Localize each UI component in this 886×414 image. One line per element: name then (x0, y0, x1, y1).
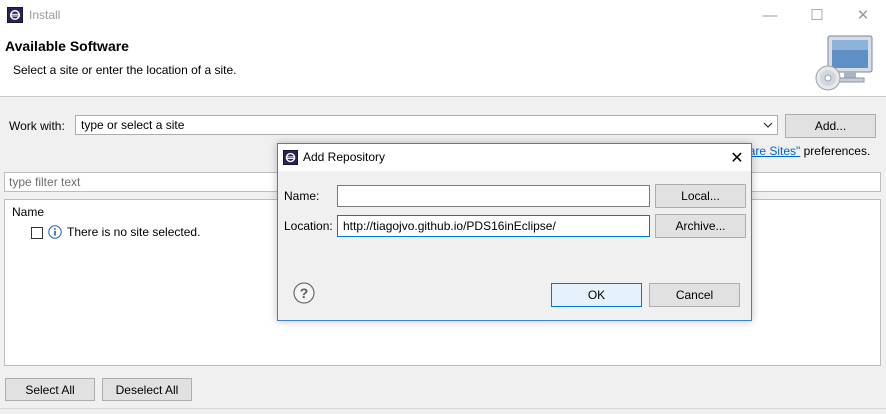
maximize-icon: ☐ (810, 7, 824, 24)
window-titlebar: Install — ☐ ✕ (0, 0, 886, 30)
cancel-button[interactable]: Cancel (649, 283, 740, 307)
preferences-suffix: preferences. (800, 144, 871, 158)
close-button[interactable]: ✕ (840, 0, 886, 30)
tree-column-header-name[interactable]: Name (12, 205, 44, 219)
select-all-label: Select All (25, 382, 75, 397)
local-button-label: Local... (681, 189, 720, 203)
page-title: Available Software (5, 38, 129, 54)
page-description: Select a site or enter the location of a… (13, 63, 237, 77)
tree-empty-message: There is no site selected. (67, 225, 201, 239)
add-site-button[interactable]: Add... (785, 114, 876, 138)
add-site-button-label: Add... (814, 119, 847, 133)
select-all-button[interactable]: Select All (5, 378, 95, 401)
dialog-close-button[interactable]: ✕ (723, 144, 751, 171)
name-label: Name: (284, 189, 320, 203)
tree-item-checkbox[interactable] (31, 227, 43, 239)
work-with-combo[interactable]: type or select a site (75, 115, 778, 135)
minimize-icon: — (762, 6, 778, 24)
local-button[interactable]: Local... (655, 184, 746, 208)
minimize-button[interactable]: — (747, 0, 793, 30)
ok-button[interactable]: OK (551, 283, 642, 307)
header-banner: Available Software Select a site or ente… (0, 30, 886, 97)
chevron-down-icon[interactable] (761, 117, 775, 133)
help-icon[interactable]: ? (293, 282, 315, 304)
deselect-all-button[interactable]: Deselect All (102, 378, 192, 401)
ok-button-label: OK (587, 288, 606, 302)
eclipse-app-icon (7, 7, 23, 23)
dialog-titlebar: Add Repository ✕ (278, 144, 751, 171)
close-icon: ✕ (856, 7, 870, 24)
window-title: Install (29, 8, 61, 22)
location-label: Location: (284, 219, 333, 233)
monitor-cd-icon (815, 35, 873, 91)
info-icon (48, 225, 62, 239)
available-sites-preferences-text: ware Sites" preferences. (740, 144, 870, 158)
maximize-button[interactable]: ☐ (794, 0, 840, 30)
close-icon: ✕ (730, 149, 744, 167)
eclipse-app-icon (283, 150, 298, 165)
name-input[interactable] (337, 185, 650, 207)
add-repository-dialog: Add Repository ✕ Name: Local... Location… (277, 143, 752, 321)
cancel-button-label: Cancel (675, 288, 714, 302)
svg-text:?: ? (300, 285, 309, 301)
archive-button[interactable]: Archive... (655, 214, 746, 238)
dialog-title: Add Repository (303, 150, 386, 164)
location-value: http://tiagojvo.github.io/PDS16inEclipse… (343, 219, 556, 233)
location-input[interactable]: http://tiagojvo.github.io/PDS16inEclipse… (337, 215, 650, 237)
work-with-value: type or select a site (81, 118, 185, 132)
bottom-divider (0, 408, 886, 409)
filter-placeholder: type filter text (9, 175, 81, 189)
work-with-label: Work with: (9, 119, 65, 133)
archive-button-label: Archive... (675, 219, 726, 233)
deselect-all-label: Deselect All (115, 382, 179, 397)
